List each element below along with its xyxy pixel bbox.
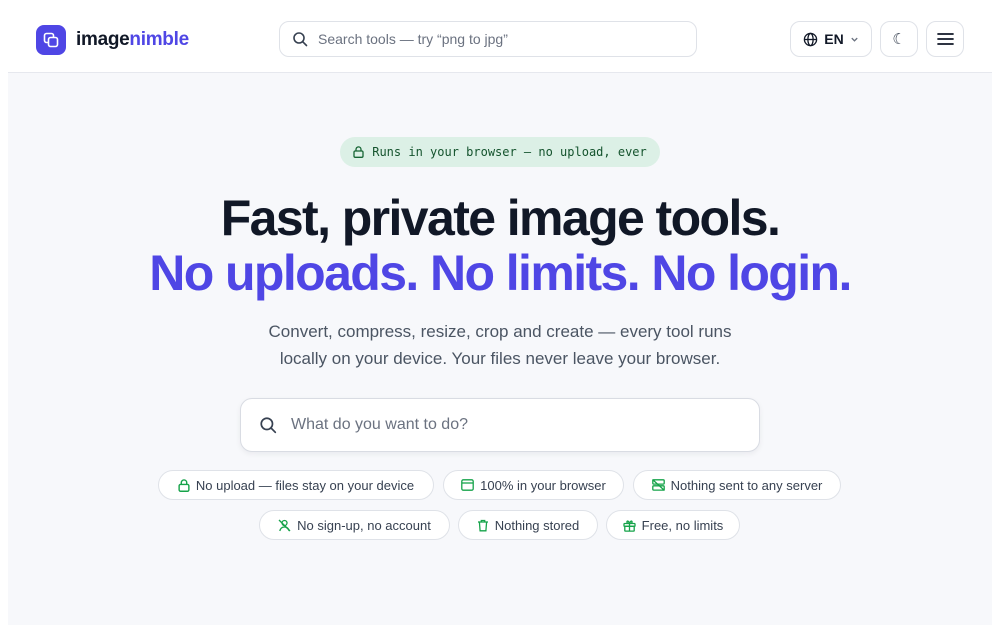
feature-chip-label: 100% in your browser <box>480 477 606 493</box>
search-icon <box>259 416 277 434</box>
hamburger-menu-icon <box>936 32 954 46</box>
feature-chip-no-signup: No sign-up, no account <box>259 510 450 540</box>
no-user-icon <box>278 519 291 532</box>
globe-icon <box>803 32 818 47</box>
chevron-down-icon <box>850 35 859 44</box>
language-selector-button[interactable]: EN <box>790 21 872 57</box>
feature-chip-label: Nothing sent to any server <box>670 477 823 493</box>
top-navigation-bar: imagenimble EN ☾ <box>8 8 992 73</box>
feature-chip-free: Free, no limits <box>606 510 740 540</box>
no-server-icon <box>651 479 665 491</box>
lock-icon <box>353 146 364 158</box>
feature-chip-label: No sign-up, no account <box>297 517 431 533</box>
feature-chip-nothing-stored: Nothing stored <box>458 510 598 540</box>
moon-icon: ☾ <box>892 31 906 48</box>
hero-title-line1: Fast, private image tools. <box>220 190 781 246</box>
browser-window-icon <box>461 479 474 491</box>
gift-icon <box>623 519 636 532</box>
search-icon <box>292 31 308 47</box>
header-search-box[interactable] <box>279 21 697 57</box>
language-label: EN <box>824 31 844 47</box>
menu-button[interactable] <box>926 21 964 57</box>
privacy-badge-text: Runs in your browser — no upload, ever <box>372 145 647 159</box>
feature-chip-label: Nothing stored <box>494 517 580 533</box>
feature-chip-no-server: Nothing sent to any server <box>633 470 841 500</box>
lock-icon <box>178 478 190 492</box>
tool-search-input[interactable] <box>289 415 733 435</box>
tool-search-box[interactable] <box>240 398 760 452</box>
theme-toggle-button[interactable]: ☾ <box>880 21 918 57</box>
hero-subtitle-line2: locally on your device. Your files never… <box>279 349 721 368</box>
page-frame: imagenimble EN ☾ <box>8 8 992 625</box>
privacy-badge: Runs in your browser — no upload, ever <box>340 137 660 167</box>
logo-copy-icon <box>36 25 66 55</box>
logo-text-part2: nimble <box>129 29 189 50</box>
feature-chip-label: Free, no limits <box>641 517 724 533</box>
logo[interactable]: imagenimble <box>36 25 189 55</box>
logo-text: imagenimble <box>76 29 189 51</box>
logo-text-part1: image <box>76 29 130 50</box>
hero-subtitle-line1: Convert, compress, resize, crop and crea… <box>268 322 732 341</box>
trash-icon <box>477 519 489 532</box>
feature-chip-label: No upload — files stay on your device <box>195 477 415 493</box>
hero-subtitle: Convert, compress, resize, crop and crea… <box>8 318 992 372</box>
feature-chip-in-browser: 100% in your browser <box>443 470 624 500</box>
header-search-input[interactable] <box>316 30 680 48</box>
hero-title-line2: No uploads. No limits. No login. <box>149 245 852 301</box>
feature-chip-no-upload: No upload — files stay on your device <box>158 470 434 500</box>
